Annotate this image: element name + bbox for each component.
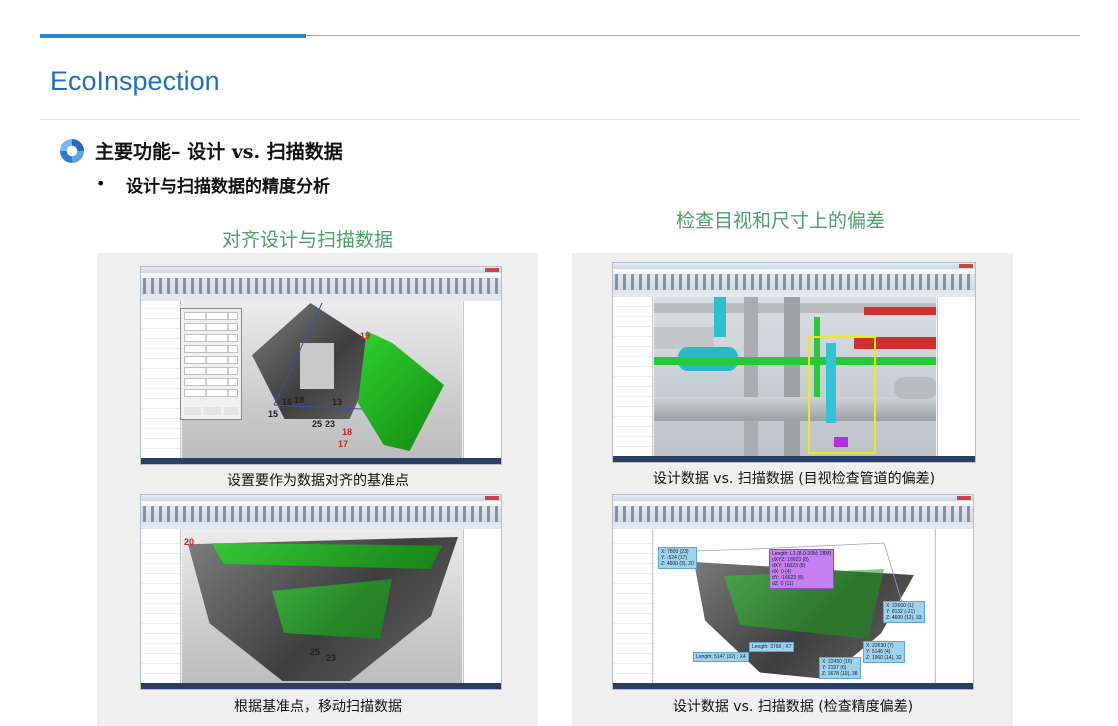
tree-grid <box>141 535 180 683</box>
toolbar-secondary <box>613 522 973 529</box>
screenshot-caption: 根据基准点，移动扫描数据 <box>234 699 402 715</box>
dialog-field[interactable] <box>184 389 238 397</box>
point-label: 17 <box>338 439 349 449</box>
tree-grid <box>613 535 652 683</box>
status-bar <box>613 683 973 689</box>
point-label: 23 <box>325 419 336 429</box>
callout-line: dZ: 0 (11) <box>772 581 794 587</box>
toolbar-secondary <box>613 290 975 297</box>
pipe-red <box>864 307 936 315</box>
viewport-3d <box>654 297 936 456</box>
header-accent-bar <box>40 34 306 38</box>
dialog-field[interactable] <box>184 312 238 320</box>
coordinate-callout: X: 22630 (7) Y: 5146 (4) Z: 1960 (14), 3… <box>863 641 905 663</box>
screenshot-move-scan: 20 25 23 <box>140 494 502 690</box>
viewport-3d: 20 25 23 <box>182 529 462 683</box>
callout-line: Z: 1960 (14), 32 <box>866 655 902 661</box>
tree-panel <box>613 529 653 683</box>
point-label: 25 <box>310 647 321 657</box>
screenshot-caption: 设计数据 vs. 扫描数据 (检查精度偏差) <box>672 699 914 715</box>
dialog-buttons[interactable] <box>184 407 238 415</box>
sub-heading: 设计与扫描数据的精度分析 <box>126 177 330 197</box>
tree-panel <box>613 297 653 456</box>
properties-panel <box>463 529 501 683</box>
point-label: 25 <box>312 419 323 429</box>
pipe-left <box>654 327 714 349</box>
point-label: 20 <box>184 537 195 547</box>
section-heading: 主要功能– 设计 vs. 扫描数据 <box>95 141 343 163</box>
close-icon <box>957 496 971 500</box>
length-label: Length: 3768 ; X7 <box>749 642 795 652</box>
dialog-field[interactable] <box>184 378 238 386</box>
status-bar <box>141 683 501 689</box>
point-label: 16 <box>282 397 293 407</box>
tree-panel <box>141 529 181 683</box>
properties-panel <box>935 529 973 683</box>
dialog-field[interactable] <box>184 356 238 364</box>
point-label: 19 <box>360 331 371 341</box>
point-coordinate-dialog <box>180 308 242 420</box>
pipe-vertical <box>744 297 758 456</box>
point-label: 18 <box>342 427 353 437</box>
coordinate-callout: X: 22450 (16) Y: 2197 (6) Z: 3678 (10), … <box>819 657 861 679</box>
toolbar <box>613 274 975 290</box>
dialog-field[interactable] <box>184 334 238 342</box>
toolbar <box>141 506 501 522</box>
callout-line: Z: 4600 (12), 33 <box>886 615 922 621</box>
ring-bullet-icon <box>60 139 84 163</box>
sub-bullet-dot: • <box>96 174 106 193</box>
properties-panel <box>463 301 501 458</box>
status-bar <box>141 458 501 464</box>
toolbar-secondary <box>141 294 501 301</box>
point-label: 23 <box>326 653 337 663</box>
coordinate-callout: X: 22600 (1) Y: 8132 (-21) Z: 4600 (12),… <box>883 601 925 623</box>
inspection-highlight-box <box>808 336 876 454</box>
close-icon <box>485 496 499 500</box>
properties-panel <box>937 297 975 456</box>
pipe-green <box>654 357 936 365</box>
callout-line: Z: 3678 (10), 38 <box>822 671 858 677</box>
pipe-cyan <box>714 297 726 337</box>
callout-line: Z: 4600 (3), 20 <box>661 561 694 567</box>
point-label: 13 <box>332 397 343 407</box>
dialog-field[interactable] <box>184 345 238 353</box>
pipe-vertical <box>784 297 800 456</box>
toolbar <box>613 506 973 522</box>
length-label: Length: 5147 (32) ; X4 <box>693 652 749 662</box>
screenshot-accuracy-check: X: 7800 (23) Y: -524 (17) Z: 4600 (3), 2… <box>612 494 974 690</box>
close-icon <box>959 264 973 268</box>
left-column-title: 对齐设计与扫描数据 <box>222 229 394 251</box>
status-bar <box>613 456 975 462</box>
pipe-large <box>654 397 936 421</box>
tree-grid <box>613 303 652 456</box>
right-column-title: 检查目视和尺寸上的偏差 <box>676 210 886 232</box>
toolbar-secondary <box>141 522 501 529</box>
pipe-elbow <box>894 377 936 399</box>
length-callout: Length: L1 (8.0-20M; 28M) dXYZ: 16623 (8… <box>769 549 835 589</box>
close-icon <box>485 268 499 272</box>
tree-panel <box>141 301 181 458</box>
screenshot-caption: 设置要作为数据对齐的基准点 <box>227 473 409 489</box>
dialog-field[interactable] <box>184 367 238 375</box>
tree-grid <box>141 307 180 458</box>
coordinate-callout: X: 7800 (23) Y: -524 (17) Z: 4600 (3), 2… <box>658 547 697 569</box>
page-title: EcoInspection <box>50 66 220 96</box>
point-label: 15 <box>268 409 279 419</box>
dialog-field[interactable] <box>184 323 238 331</box>
title-divider <box>40 119 1080 120</box>
toolbar <box>141 278 501 294</box>
screenshot-align-points: 19 16 18 13 15 25 23 18 17 <box>140 266 502 465</box>
point-label: 18 <box>294 395 305 405</box>
header-rule <box>306 35 1080 36</box>
screenshot-pipe-inspection <box>612 262 976 463</box>
screenshot-caption: 设计数据 vs. 扫描数据 (目视检查管道的偏差) <box>652 471 936 487</box>
